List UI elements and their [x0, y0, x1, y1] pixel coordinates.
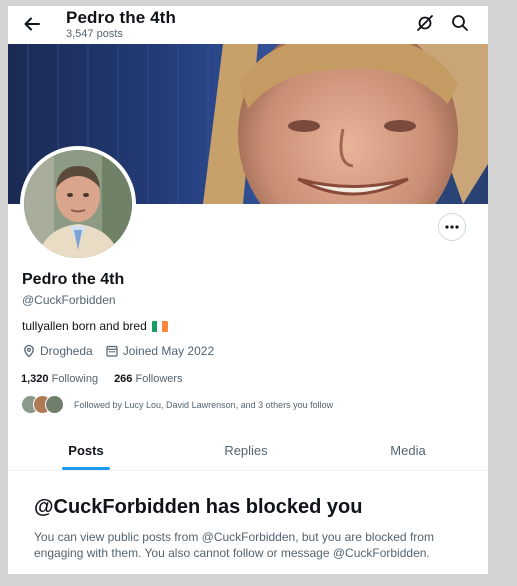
blocked-heading: @CuckForbidden has blocked you [34, 496, 363, 518]
following-label: Following [51, 373, 99, 385]
location-text: Drogheda [40, 344, 93, 358]
avatar[interactable] [20, 146, 136, 262]
more-icon [445, 225, 459, 229]
user-handle: @CuckForbidden [22, 293, 116, 307]
mutual-avatars [21, 395, 64, 414]
ireland-flag-icon [151, 320, 168, 332]
tab-posts[interactable]: Posts [8, 430, 164, 470]
bio: tullyallen born and bred [22, 319, 168, 333]
display-name: Pedro the 4th [22, 271, 125, 288]
tab-label: Posts [68, 442, 104, 458]
joined-date: Joined May 2022 [122, 344, 215, 358]
back-arrow-icon[interactable] [20, 12, 44, 36]
profile-meta: Drogheda Joined May 2022 [22, 344, 226, 358]
tab-label: Replies [224, 442, 268, 458]
profile-page: Pedro the 4th 3,547 posts Pedro the 4th … [8, 6, 488, 574]
active-tab-indicator [62, 467, 110, 470]
top-bar: Pedro the 4th 3,547 posts [8, 6, 488, 44]
blocked-message: You can view public posts from @CuckForb… [34, 530, 434, 560]
tab-label: Media [390, 442, 426, 458]
following-link[interactable]: 1,320 Following [21, 373, 98, 385]
followed-by-text: Followed by Lucy Lou, David Lawrenson, a… [74, 399, 334, 410]
followers-label: Followers [135, 373, 183, 385]
search-icon[interactable] [449, 12, 471, 34]
bio-text: tullyallen born and bred [22, 319, 147, 333]
calendar-icon [106, 345, 118, 357]
following-count: 1,320 [21, 373, 49, 385]
profile-tabs: Posts Replies Media [8, 430, 488, 471]
location-pin-icon [24, 344, 34, 358]
followers-count: 266 [114, 373, 133, 385]
follow-stats: 1,320 Following 266 Followers [21, 373, 183, 385]
grok-icon[interactable] [414, 12, 436, 34]
followers-link[interactable]: 266 Followers [114, 373, 183, 385]
tab-media[interactable]: Media [328, 430, 488, 470]
page-title: Pedro the 4th [66, 8, 176, 27]
followed-by[interactable]: Followed by Lucy Lou, David Lawrenson, a… [21, 395, 333, 414]
post-count: 3,547 posts [66, 28, 123, 40]
more-options-button[interactable] [438, 213, 466, 241]
tab-replies[interactable]: Replies [164, 430, 328, 470]
mutual-avatar [45, 395, 64, 414]
